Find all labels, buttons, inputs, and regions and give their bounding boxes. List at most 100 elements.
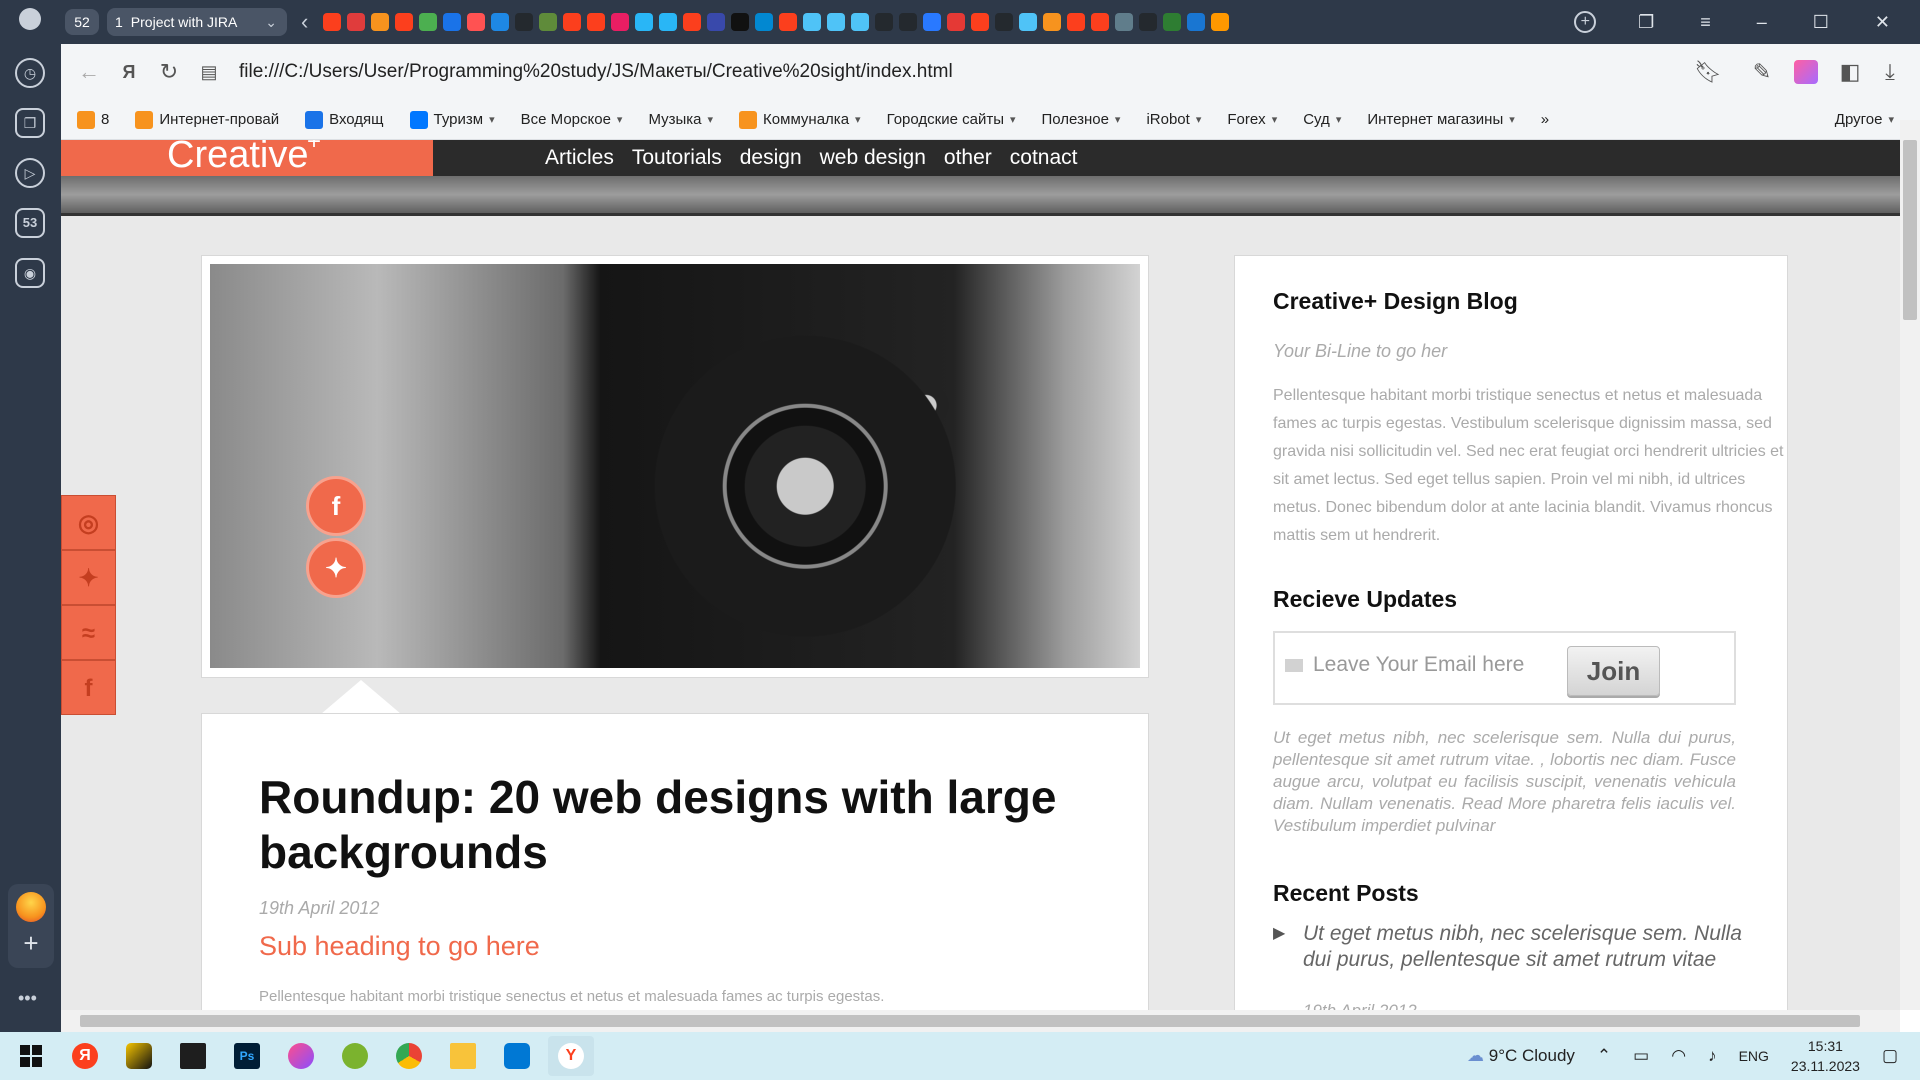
site-logo[interactable]: Creative + bbox=[61, 140, 433, 176]
pinned-tab-favicon[interactable] bbox=[1115, 13, 1134, 31]
bookmark-item[interactable]: Коммуналка ▾ bbox=[739, 110, 861, 129]
pinned-tab-favicon[interactable] bbox=[779, 13, 798, 31]
bookmark-item[interactable]: Музыка ▾ bbox=[648, 111, 713, 128]
pinned-tab-favicon[interactable] bbox=[851, 13, 870, 31]
tabs-scroll-left-icon[interactable]: ‹ bbox=[301, 9, 308, 35]
pinned-tab-favicon[interactable] bbox=[803, 13, 822, 31]
minimize-icon[interactable]: – bbox=[1757, 12, 1767, 33]
torrent-app[interactable] bbox=[332, 1036, 378, 1076]
bookmark-item[interactable]: iRobot ▾ bbox=[1146, 111, 1201, 128]
article-title[interactable]: Roundup: 20 web designs with large backg… bbox=[259, 770, 1059, 880]
horizontal-scroll-thumb[interactable] bbox=[80, 1015, 1860, 1027]
bookmark-item[interactable]: Интернет-провай bbox=[135, 110, 279, 129]
pen-icon[interactable]: ✎ bbox=[1742, 52, 1782, 92]
bookmark-item[interactable]: Суд ▾ bbox=[1303, 111, 1341, 128]
tab-count-badge[interactable]: 52 bbox=[65, 9, 99, 35]
maximize-icon[interactable]: ☐ bbox=[1813, 12, 1829, 33]
media-icon[interactable]: ▷ bbox=[15, 158, 45, 188]
facebook-share-icon[interactable]: f bbox=[306, 476, 366, 536]
chrome-app[interactable] bbox=[386, 1036, 432, 1076]
terminal-app[interactable] bbox=[170, 1036, 216, 1076]
url-field[interactable]: file:///C:/Users/User/Programming%20stud… bbox=[239, 61, 1688, 83]
bookmark-item[interactable]: Туризм ▾ bbox=[409, 110, 495, 129]
pinned-tab-favicon[interactable] bbox=[443, 13, 462, 31]
pinned-tab-favicon[interactable] bbox=[1187, 13, 1206, 31]
pinned-tab-favicon[interactable] bbox=[755, 13, 774, 31]
pinned-tab-favicon[interactable] bbox=[491, 13, 510, 31]
bookmarks-other[interactable]: Другое ▾ bbox=[1835, 111, 1894, 128]
nav-link[interactable]: design bbox=[740, 146, 802, 170]
pinned-tab-favicon[interactable] bbox=[611, 13, 630, 31]
back-icon[interactable]: ← bbox=[69, 52, 109, 92]
notifications-icon[interactable]: ▢ bbox=[1882, 1046, 1898, 1066]
pinned-tab-favicon[interactable] bbox=[467, 13, 486, 31]
wifi-icon[interactable]: ◠ bbox=[1671, 1046, 1686, 1066]
yandex-active-app[interactable]: Y bbox=[548, 1036, 594, 1076]
pinned-tab-favicon[interactable] bbox=[323, 13, 342, 31]
bookmark-item[interactable]: Интернет магазины ▾ bbox=[1367, 111, 1514, 128]
pinned-tab-favicon[interactable] bbox=[707, 13, 726, 31]
weather-widget[interactable]: ☁ 9°C Cloudy bbox=[1467, 1046, 1575, 1066]
pinned-tab-favicon[interactable] bbox=[635, 13, 654, 31]
volume-icon[interactable]: ♪ bbox=[1708, 1046, 1717, 1066]
pinned-tab-favicon[interactable] bbox=[1139, 13, 1158, 31]
photoshop-app[interactable]: Ps bbox=[224, 1036, 270, 1076]
tabs-badge[interactable]: 53 bbox=[15, 208, 45, 238]
explorer-app[interactable] bbox=[440, 1036, 486, 1076]
tabs-overview-icon[interactable]: ❐ bbox=[1638, 12, 1654, 33]
bookmark-item[interactable]: Полезное ▾ bbox=[1042, 111, 1121, 128]
pinned-tab-favicon[interactable] bbox=[827, 13, 846, 31]
bookmark-icon[interactable]: 🔖︎ bbox=[1688, 52, 1728, 92]
bookmark-item[interactable]: Все Морское ▾ bbox=[521, 111, 623, 128]
pinned-tab-favicon[interactable] bbox=[539, 13, 558, 31]
pinned-tab-favicon[interactable] bbox=[1043, 13, 1062, 31]
email-field[interactable]: Leave Your Email here bbox=[1285, 653, 1524, 677]
tab-active[interactable]: 1 Project with JIRA ⌄ bbox=[107, 8, 287, 36]
start-button[interactable] bbox=[8, 1036, 54, 1076]
reader-icon[interactable]: ◧ bbox=[1830, 52, 1870, 92]
bookmark-item[interactable]: Forex ▾ bbox=[1227, 111, 1277, 128]
pinned-tab-favicon[interactable] bbox=[395, 13, 414, 31]
history-icon[interactable]: ◷ bbox=[15, 58, 45, 88]
bookmarks-more-button[interactable]: » bbox=[1541, 111, 1549, 128]
yandex-browser-app[interactable]: Я bbox=[62, 1036, 108, 1076]
nav-link[interactable]: other bbox=[944, 146, 992, 170]
add-icon[interactable]: + bbox=[20, 928, 42, 958]
pinned-tab-favicon[interactable] bbox=[947, 13, 966, 31]
twitter-icon[interactable]: ✦ bbox=[61, 550, 116, 605]
pinned-tab-favicon[interactable] bbox=[1211, 13, 1230, 31]
wps-app[interactable] bbox=[278, 1036, 324, 1076]
pinned-tab-favicon[interactable] bbox=[923, 13, 942, 31]
pinned-tab-favicon[interactable] bbox=[971, 13, 990, 31]
pinned-tab-favicon[interactable] bbox=[419, 13, 438, 31]
dribbble-icon[interactable]: ◎ bbox=[61, 495, 116, 550]
recent-post-link[interactable]: Ut eget metus nibh, nec scelerisque sem.… bbox=[1273, 921, 1743, 973]
pinned-tab-favicon[interactable] bbox=[1091, 13, 1110, 31]
pinned-tab-favicon[interactable] bbox=[563, 13, 582, 31]
join-button[interactable]: Join bbox=[1567, 646, 1660, 696]
pinned-tab-favicon[interactable] bbox=[899, 13, 918, 31]
pinned-tab-favicon[interactable] bbox=[1019, 13, 1038, 31]
nav-link[interactable]: cotnact bbox=[1010, 146, 1078, 170]
more-icon[interactable]: ••• bbox=[18, 988, 37, 1009]
bookmark-item[interactable]: Входящ bbox=[305, 110, 384, 129]
vertical-scroll-thumb[interactable] bbox=[1903, 140, 1917, 320]
pinned-tab-favicon[interactable] bbox=[515, 13, 534, 31]
twitter-share-icon[interactable]: ✦ bbox=[306, 538, 366, 598]
rss-icon[interactable]: ≈ bbox=[61, 605, 116, 660]
reload-icon[interactable]: ↻ bbox=[149, 52, 189, 92]
pinned-tab-favicon[interactable] bbox=[731, 13, 750, 31]
pinned-tab-favicon[interactable] bbox=[1163, 13, 1182, 31]
menu-icon[interactable]: ≡ bbox=[1700, 12, 1711, 33]
extension-icon[interactable] bbox=[1794, 60, 1818, 84]
tray-chevron-icon[interactable]: ⌃ bbox=[1597, 1046, 1611, 1066]
yandex-icon[interactable]: Я bbox=[109, 52, 149, 92]
close-icon[interactable]: ✕ bbox=[1875, 12, 1890, 33]
screenshot-icon[interactable]: ◉ bbox=[15, 258, 45, 288]
pinned-tab-favicon[interactable] bbox=[995, 13, 1014, 31]
collections-icon[interactable]: ❐ bbox=[15, 108, 45, 138]
pinned-tab-favicon[interactable] bbox=[1067, 13, 1086, 31]
profile-icon[interactable] bbox=[19, 8, 41, 30]
language-indicator[interactable]: ENG bbox=[1739, 1048, 1769, 1064]
bookmark-item[interactable]: Городские сайты ▾ bbox=[887, 111, 1016, 128]
